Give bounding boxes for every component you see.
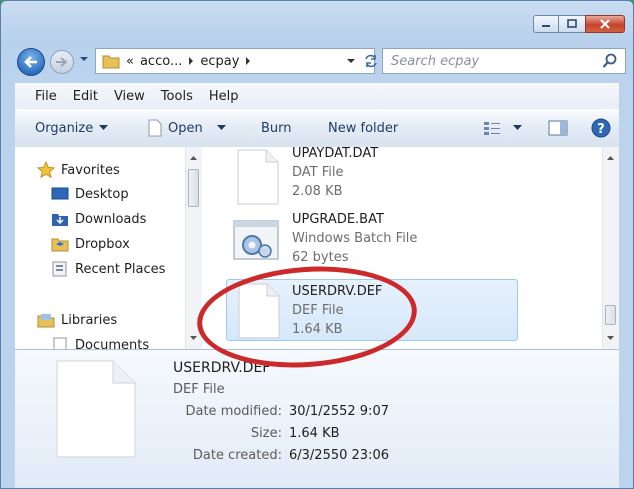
nav-downloads-label: Downloads	[75, 211, 147, 227]
burn-button[interactable]: Burn	[261, 121, 292, 136]
nav-libraries[interactable]: Libraries	[37, 312, 117, 328]
preview-pane-icon[interactable]	[548, 120, 568, 136]
new-folder-button[interactable]: New folder	[328, 121, 398, 136]
file-type: DAT File	[292, 165, 344, 180]
date-created-label: Date created:	[192, 448, 282, 463]
scroll-up-icon[interactable]	[186, 153, 201, 163]
blank-document-icon	[148, 119, 162, 137]
nav-documents-label: Documents	[75, 337, 150, 350]
size-label: Size:	[250, 426, 282, 441]
close-icon	[600, 19, 610, 29]
menu-tools[interactable]: Tools	[153, 89, 201, 104]
file-size: 62 bytes	[292, 250, 349, 265]
scroll-down-icon[interactable]	[186, 333, 201, 343]
nav-downloads[interactable]: Downloads	[51, 211, 146, 227]
open-button[interactable]: Open	[148, 119, 226, 137]
file-item[interactable]: UPGRADE.BAT Windows Batch File 62 bytes	[226, 211, 518, 273]
navigation-row: « acco... ecpay Search ecpay	[1, 45, 633, 77]
size-value: 1.64 KB	[289, 426, 340, 441]
breadcrumb-separator-icon[interactable]	[188, 57, 194, 65]
folder-icon	[102, 55, 120, 69]
nav-dropbox[interactable]: Dropbox	[51, 236, 130, 252]
address-overflow[interactable]: «	[126, 54, 134, 69]
recent-places-icon	[52, 261, 67, 277]
minimize-icon	[542, 25, 550, 27]
dropbox-folder-icon	[51, 238, 69, 252]
date-created-value: 6/3/2550 23:06	[289, 448, 389, 463]
file-list-scrollbar[interactable]	[602, 147, 619, 349]
organize-label: Organize	[35, 120, 94, 136]
search-placeholder: Search ecpay	[391, 53, 480, 69]
navigation-pane: Favorites Desktop Downloads Dropbox Rece…	[15, 147, 199, 349]
star-icon	[37, 161, 55, 179]
breadcrumb-accounts[interactable]: acco...	[140, 54, 182, 69]
recent-pages-chevron-icon[interactable]	[79, 55, 89, 63]
search-box[interactable]: Search ecpay	[382, 48, 626, 74]
view-options-icon	[484, 122, 500, 135]
change-view-button[interactable]	[483, 121, 522, 135]
search-icon[interactable]	[602, 53, 618, 69]
menu-help[interactable]: Help	[201, 89, 247, 104]
forward-arrow-icon	[56, 57, 68, 67]
batch-file-gear-icon	[233, 220, 279, 260]
nav-documents[interactable]: Documents	[51, 337, 149, 349]
nav-desktop[interactable]: Desktop	[51, 186, 129, 202]
address-bar[interactable]: « acco... ecpay	[95, 48, 375, 74]
explorer-window: « acco... ecpay Search ecpay File Edit V…	[0, 0, 634, 489]
nav-favorites-label: Favorites	[61, 162, 120, 178]
menu-edit[interactable]: Edit	[65, 89, 106, 104]
maximize-button[interactable]	[559, 15, 585, 33]
back-arrow-icon	[24, 56, 37, 68]
chevron-down-icon[interactable]	[216, 125, 226, 131]
nav-favorites[interactable]: Favorites	[37, 161, 120, 179]
minimize-button[interactable]	[533, 15, 559, 33]
breadcrumb-separator-icon[interactable]	[245, 57, 251, 65]
forward-button[interactable]	[50, 50, 74, 74]
file-size: 2.08 KB	[292, 184, 343, 199]
details-pane: USERDRV.DEF DEF File Date modified: 30/1…	[15, 349, 619, 488]
maximize-icon	[567, 19, 577, 28]
scroll-down-icon[interactable]	[603, 333, 618, 343]
large-file-icon	[56, 360, 136, 458]
file-item[interactable]: UPAYDAT.DAT DAT File 2.08 KB	[226, 147, 518, 207]
menu-view[interactable]: View	[106, 89, 153, 104]
date-modified-value: 30/1/2552 9:07	[289, 404, 389, 419]
desktop-icon	[51, 187, 69, 200]
caption-buttons	[533, 15, 625, 33]
file-name: UPAYDAT.DAT	[292, 147, 379, 161]
nav-recent-places[interactable]: Recent Places	[51, 261, 165, 277]
address-controls	[346, 48, 378, 74]
chevron-down-icon	[99, 125, 109, 130]
downloads-folder-icon	[52, 214, 68, 226]
libraries-icon	[37, 314, 55, 328]
file-list-scroll-thumb[interactable]	[605, 305, 616, 325]
help-icon[interactable]: ?	[591, 118, 611, 138]
file-type: Windows Batch File	[292, 231, 418, 246]
scroll-up-icon[interactable]	[603, 153, 618, 163]
chevron-down-icon	[513, 125, 522, 130]
back-button[interactable]	[17, 48, 45, 76]
refresh-icon[interactable]	[363, 54, 378, 68]
blank-file-icon	[237, 149, 279, 205]
nav-dropbox-label: Dropbox	[75, 236, 130, 252]
date-modified-label: Date modified:	[185, 404, 282, 419]
navigation-scroll-thumb[interactable]	[188, 169, 199, 207]
documents-icon	[53, 337, 67, 349]
nav-recent-places-label: Recent Places	[75, 261, 166, 277]
breadcrumb-ecpay[interactable]: ecpay	[200, 54, 239, 69]
command-bar: Organize Open Burn New folder ?	[15, 109, 619, 148]
file-name: UPGRADE.BAT	[292, 212, 384, 227]
address-dropdown-icon[interactable]	[346, 57, 355, 65]
nav-desktop-label: Desktop	[75, 186, 129, 202]
svg-text:?: ?	[597, 122, 605, 137]
close-button[interactable]	[585, 15, 625, 33]
nav-libraries-label: Libraries	[61, 312, 118, 328]
details-file-type: DEF File	[173, 382, 225, 397]
open-label: Open	[168, 120, 203, 136]
menu-bar: File Edit View Tools Help	[15, 83, 619, 110]
organize-button[interactable]: Organize	[35, 120, 109, 136]
menu-file[interactable]: File	[27, 89, 65, 104]
